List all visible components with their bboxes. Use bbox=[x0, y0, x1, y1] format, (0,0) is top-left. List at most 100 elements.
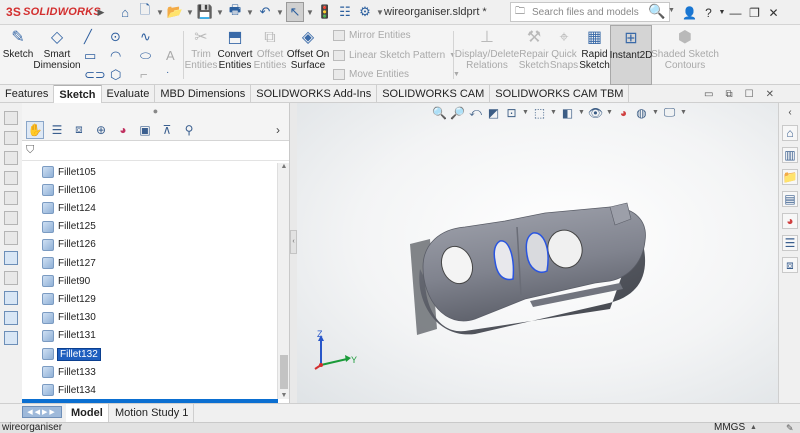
configuration-manager-icon[interactable]: ⧈ bbox=[70, 121, 88, 139]
hide-show-icon[interactable]: 👁 bbox=[588, 106, 603, 120]
linear-sketch-pattern-button[interactable]: Linear Sketch Pattern ▼ bbox=[333, 50, 456, 61]
search-icon[interactable]: 🔍 bbox=[648, 3, 665, 20]
previous-view-icon[interactable]: ⤺ bbox=[468, 105, 483, 120]
strip-tool-icon[interactable] bbox=[4, 331, 18, 345]
file-properties-icon[interactable]: ☷ bbox=[336, 2, 354, 22]
property-manager-icon[interactable]: ☰ bbox=[48, 121, 66, 139]
panel-collapse-handle[interactable]: ‹ bbox=[290, 230, 297, 254]
tab-motion-study-1[interactable]: Motion Study 1 bbox=[110, 404, 195, 423]
smart-dimension-button[interactable]: ◇ Smart Dimension bbox=[33, 25, 80, 85]
scroll-down-icon[interactable]: ▼ bbox=[278, 392, 290, 399]
scene-dropdown-icon[interactable]: ▼ bbox=[652, 109, 659, 116]
menu-expand-arrow-icon[interactable]: ▶ bbox=[96, 7, 106, 18]
zoom-to-fit-icon[interactable]: 🔍 bbox=[432, 106, 447, 120]
hide-dropdown-icon[interactable]: ▼ bbox=[606, 109, 613, 116]
strip-tool-icon[interactable] bbox=[4, 271, 18, 285]
display-delete-relations-button[interactable]: ⊥ Display/Delete Relations bbox=[455, 25, 519, 85]
restore-icon[interactable]: ❐ bbox=[745, 6, 764, 20]
tree-item[interactable]: Fillet126 bbox=[42, 236, 96, 254]
open-dropdown-icon[interactable]: ▼ bbox=[186, 8, 194, 17]
tab-evaluate[interactable]: Evaluate bbox=[102, 85, 156, 103]
tree-item[interactable]: Fillet105 bbox=[42, 163, 96, 181]
appearances-scenes-icon[interactable]: ◕ bbox=[782, 213, 798, 229]
display-style-icon[interactable]: ◧ bbox=[560, 106, 575, 120]
design-library-icon[interactable]: ▥ bbox=[782, 147, 798, 163]
strip-tool-icon[interactable] bbox=[4, 151, 18, 165]
orientation-dropdown-icon[interactable]: ▼ bbox=[550, 109, 557, 116]
open-folder-icon[interactable]: 📂 bbox=[166, 2, 184, 22]
dynamic-annotation-icon[interactable]: ⊡ bbox=[504, 106, 519, 120]
units-dropdown-icon[interactable]: ▲ bbox=[750, 423, 757, 433]
viewport-restore-icon[interactable]: ⧉ bbox=[725, 89, 732, 100]
convert-entities-button[interactable]: ⬒ Convert Entities bbox=[216, 25, 254, 85]
tab-features[interactable]: Features bbox=[0, 85, 55, 103]
viewport-maximize-icon[interactable]: ☐ bbox=[745, 89, 754, 100]
solidworks-forum-icon[interactable]: ⧈ bbox=[782, 257, 798, 273]
strip-tool-icon[interactable] bbox=[4, 131, 18, 145]
undo-dropdown-icon[interactable]: ▼ bbox=[276, 8, 284, 17]
select-pointer-icon[interactable]: ↖ bbox=[286, 2, 304, 22]
strip-tool-icon[interactable] bbox=[4, 251, 18, 265]
solidworks-logo[interactable]: 3S SOLIDWORKS bbox=[0, 0, 101, 25]
tree-item[interactable]: Fillet90 bbox=[42, 272, 90, 290]
line-icon[interactable]: ╱ bbox=[84, 29, 92, 45]
text-icon[interactable]: A bbox=[166, 48, 175, 63]
shaded-sketch-contours-button[interactable]: ⬢ Shaded Sketch Contours bbox=[651, 25, 719, 85]
strip-tool-icon[interactable] bbox=[4, 171, 18, 185]
minimize-icon[interactable]: — bbox=[726, 6, 745, 20]
tree-item[interactable]: Fillet127 bbox=[42, 254, 96, 272]
select-dropdown-icon[interactable]: ▼ bbox=[306, 8, 314, 17]
close-icon[interactable]: ✕ bbox=[764, 6, 783, 20]
cam-tools-tree-icon[interactable]: ⚲ bbox=[180, 121, 198, 139]
graphics-area[interactable]: 🔍 🔎 ⤺ ◩ ⊡ ▼ ⬚ ▼ ◧ ▼ 👁 ▼ ◕ ◍ ▼ 🖵 ▼ Y Z bbox=[297, 103, 778, 403]
search-box[interactable]: 🗀 Search files and models bbox=[510, 2, 670, 22]
sketch-button[interactable]: ✎ Sketch bbox=[2, 25, 34, 85]
dimxpert-manager-icon[interactable]: ⊕ bbox=[92, 121, 110, 139]
viewport-close-icon[interactable]: ✕ bbox=[766, 89, 774, 100]
tab-solidworks-cam-tbm[interactable]: SOLIDWORKS CAM TBM bbox=[490, 85, 630, 103]
tree-item[interactable]: Fillet124 bbox=[42, 199, 96, 217]
tree-filter[interactable]: ⛉ bbox=[22, 141, 289, 161]
user-icon[interactable]: 👤 bbox=[680, 6, 699, 20]
strip-tool-icon[interactable] bbox=[4, 111, 18, 125]
feature-manager-tree-icon[interactable]: ✋ bbox=[26, 120, 44, 139]
mirror-entities-button[interactable]: Mirror Entities bbox=[333, 30, 411, 41]
tree-item[interactable]: Fillet106 bbox=[42, 181, 96, 199]
scene-icon[interactable]: ◍ bbox=[634, 106, 649, 120]
instant2d-button[interactable]: ⊞ Instant2D bbox=[610, 25, 652, 85]
undo-icon[interactable]: ↶ bbox=[256, 2, 274, 22]
status-customize-icon[interactable]: ✎ bbox=[786, 423, 794, 433]
unit-system[interactable]: MMGS bbox=[714, 423, 745, 433]
scroll-thumb[interactable] bbox=[280, 355, 288, 389]
zoom-to-area-icon[interactable]: 🔎 bbox=[450, 106, 465, 120]
tab-solidworks-cam[interactable]: SOLIDWORKS CAM bbox=[377, 85, 491, 103]
trim-entities-button[interactable]: ✂ Trim Entities bbox=[185, 25, 218, 85]
tree-item[interactable]: Fillet133 bbox=[42, 363, 96, 381]
tab-sketch[interactable]: Sketch bbox=[54, 85, 102, 103]
print-dropdown-icon[interactable]: ▼ bbox=[246, 8, 254, 17]
traffic-light-rebuild-icon[interactable]: 🚦 bbox=[316, 2, 334, 22]
help-icon[interactable]: ? bbox=[699, 6, 718, 20]
settings-dropdown-icon[interactable]: ▼ bbox=[680, 109, 687, 116]
options-gear-icon[interactable]: ⚙ bbox=[356, 2, 374, 22]
polygon-icon[interactable]: ⬡ bbox=[110, 67, 121, 83]
cam-feature-tree-icon[interactable]: ▣ bbox=[136, 121, 154, 139]
rectangle-icon[interactable]: ▭ bbox=[84, 48, 96, 64]
tree-item[interactable]: Fillet131 bbox=[42, 327, 96, 345]
file-explorer-icon[interactable]: 📁 bbox=[782, 169, 798, 185]
strip-tool-icon[interactable] bbox=[4, 311, 18, 325]
view-palette-icon[interactable]: ▤ bbox=[782, 191, 798, 207]
tree-item[interactable]: Fillet132 bbox=[42, 345, 101, 363]
cam-operation-tree-icon[interactable]: ⊼ bbox=[158, 121, 176, 139]
strip-tool-icon[interactable] bbox=[4, 291, 18, 305]
appearance-icon[interactable]: ◕ bbox=[616, 106, 631, 120]
offset-on-surface-button[interactable]: ◈ Offset On Surface bbox=[286, 25, 330, 85]
arc-icon[interactable]: ◠ bbox=[110, 48, 121, 64]
filter-icon[interactable]: ⛉ bbox=[26, 144, 34, 157]
solidworks-resources-icon[interactable]: ⌂ bbox=[782, 125, 798, 141]
strip-tool-icon[interactable] bbox=[4, 211, 18, 225]
tab-model[interactable]: Model bbox=[66, 404, 109, 423]
viewport-minimize-icon[interactable]: ▭ bbox=[704, 89, 713, 100]
section-view-icon[interactable]: ◩ bbox=[486, 106, 501, 120]
view-orientation-icon[interactable]: ⬚ bbox=[532, 106, 547, 120]
